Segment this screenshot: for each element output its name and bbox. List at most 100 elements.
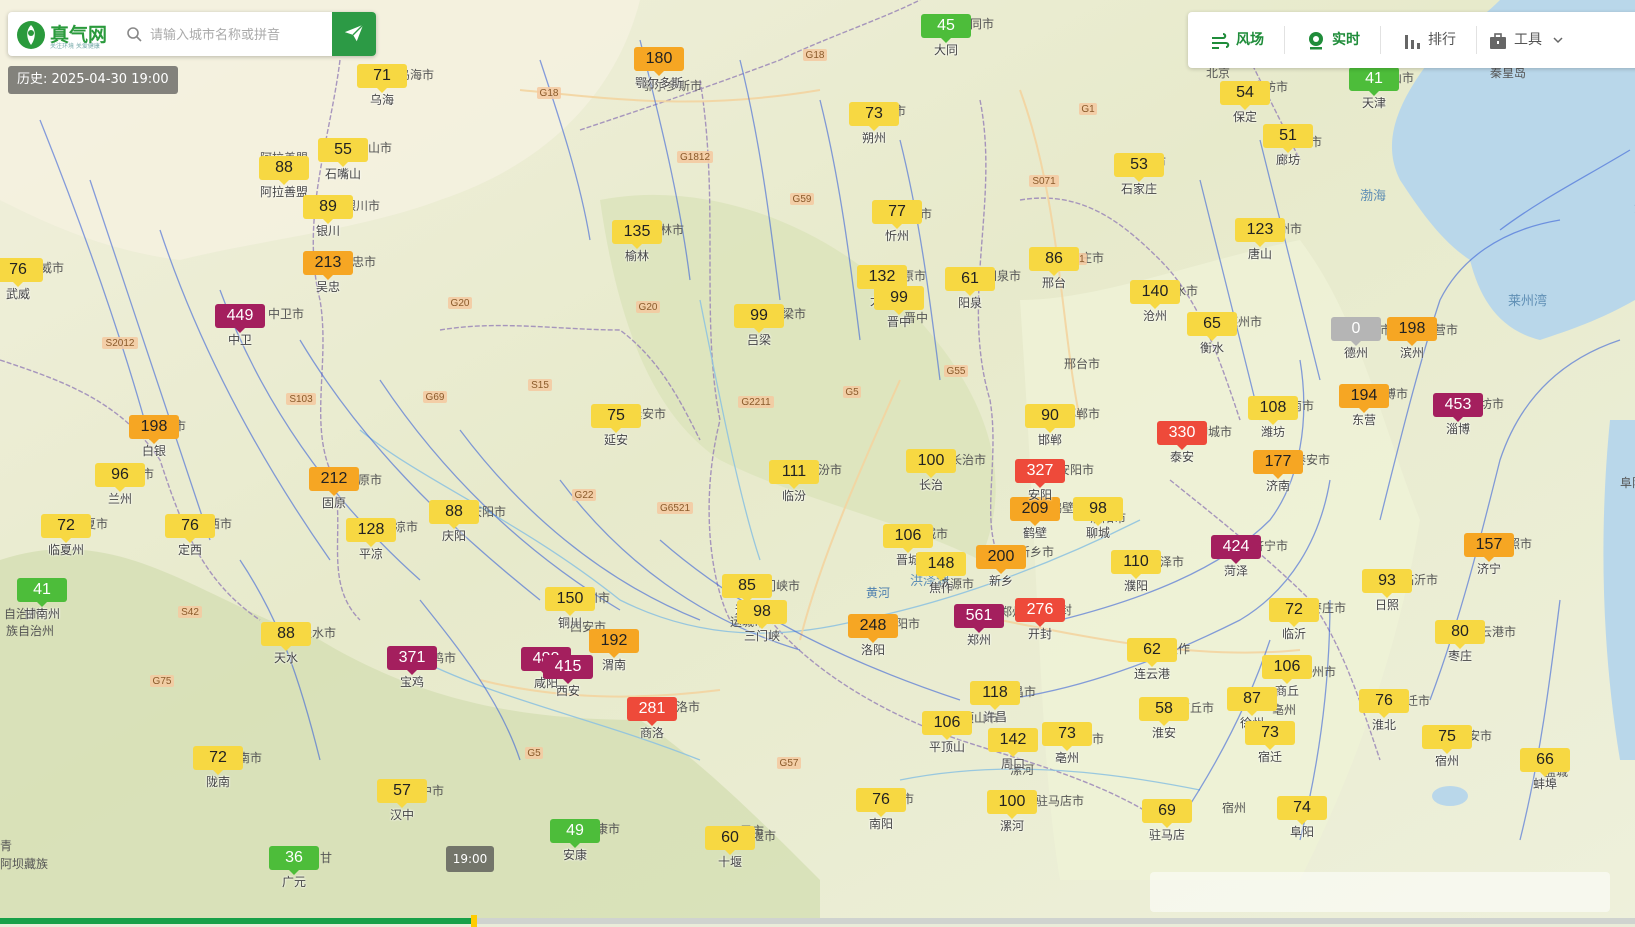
timeline-handle[interactable] (471, 915, 478, 927)
aqi-station-marker[interactable]: 89 银川 (303, 195, 353, 241)
aqi-station-marker[interactable]: 90 邯郸 (1025, 404, 1075, 450)
aqi-value: 99 (734, 304, 784, 333)
aqi-station-marker[interactable]: 453 淄博 (1433, 393, 1483, 439)
aqi-station-marker[interactable]: 157 济宁 (1464, 533, 1514, 579)
aqi-station-marker[interactable]: 88 阿拉善盟 (259, 156, 309, 202)
aqi-station-marker[interactable]: 72 陇南 (193, 746, 243, 792)
aqi-station-marker[interactable]: 76 淮北 (1359, 689, 1409, 735)
aqi-station-marker[interactable]: 45 大同 (921, 14, 971, 60)
aqi-station-marker[interactable]: 55 石嘴山 (318, 138, 368, 184)
aqi-station-marker[interactable]: 142 周口 (988, 728, 1038, 774)
aqi-station-marker[interactable]: 54 保定 (1220, 81, 1270, 127)
aqi-value: 88 (429, 500, 479, 529)
aqi-station-marker[interactable]: 180 鄂尔多斯 (634, 47, 684, 93)
aqi-station-marker[interactable]: 108 潍坊 (1248, 396, 1298, 442)
aqi-station-marker[interactable]: 96 兰州 (95, 463, 145, 509)
aqi-station-marker[interactable]: 198 滨州 (1387, 317, 1437, 363)
aqi-value: 192 (589, 629, 639, 658)
aqi-station-marker[interactable]: 99 吕梁 (734, 304, 784, 350)
aqi-station-marker[interactable]: 330 泰安 (1157, 421, 1207, 467)
aqi-station-marker[interactable]: 75 延安 (591, 404, 641, 450)
aqi-station-marker[interactable]: 276 开封 (1015, 598, 1065, 644)
aqi-station-marker[interactable]: 135 榆林 (612, 220, 662, 266)
aqi-station-marker[interactable]: 200 新乡 (976, 545, 1026, 591)
aqi-station-marker[interactable]: 88 天水 (261, 622, 311, 668)
aqi-station-marker[interactable]: 140 沧州 (1130, 280, 1180, 326)
aqi-station-marker[interactable]: 73 朔州 (849, 102, 899, 148)
aqi-station-marker[interactable]: 106 平顶山 (922, 711, 972, 757)
aqi-station-marker[interactable]: 177 济南 (1253, 450, 1303, 496)
paper-plane-icon (344, 23, 364, 41)
aqi-station-marker[interactable]: 281 商洛 (627, 697, 677, 743)
station-city-name: 平顶山 (928, 740, 965, 754)
aqi-station-marker[interactable]: 51 廊坊 (1263, 124, 1313, 170)
aqi-value: 0 (1331, 317, 1381, 346)
aqi-station-marker[interactable]: 72 临夏州 (41, 514, 91, 560)
aqi-station-marker[interactable]: 93 日照 (1362, 569, 1412, 615)
aqi-station-marker[interactable]: 248 洛阳 (848, 614, 898, 660)
aqi-station-marker[interactable]: 76 南阳 (856, 788, 906, 834)
aqi-station-marker[interactable]: 192 渭南 (589, 629, 639, 675)
aqi-station-marker[interactable]: 69 驻马店 (1142, 799, 1192, 845)
aqi-station-marker[interactable]: 61 阳泉 (945, 267, 995, 313)
aqi-station-marker[interactable]: 41 天津 (1349, 67, 1399, 113)
aqi-station-marker[interactable]: 100 长治 (906, 449, 956, 495)
tool-label: 实时 (1332, 32, 1360, 48)
aqi-station-marker[interactable]: 98 聊城 (1073, 497, 1123, 543)
search-input[interactable] (148, 22, 332, 48)
aqi-station-marker[interactable]: 99 晋中 (874, 286, 924, 332)
station-city-name: 天津 (1361, 96, 1386, 110)
aqi-value: 58 (1139, 697, 1189, 726)
aqi-station-marker[interactable]: 128 平凉 (346, 518, 396, 564)
aqi-station-marker[interactable]: 123 唐山 (1235, 218, 1285, 264)
aqi-station-marker[interactable]: 53 石家庄 (1114, 153, 1164, 199)
aqi-station-marker[interactable]: 57 汉中 (377, 779, 427, 825)
logo[interactable]: 真气网 关注环境 关爱健康 (16, 18, 124, 52)
aqi-station-marker[interactable]: 150 铜川 (545, 587, 595, 633)
aqi-station-marker[interactable]: 49 安康 (550, 819, 600, 865)
aqi-station-marker[interactable]: 561 郑州 (954, 604, 1004, 650)
aqi-station-marker[interactable]: 110 濮阳 (1111, 550, 1161, 596)
aqi-station-marker[interactable]: 213 吴忠 (303, 251, 353, 297)
aqi-station-marker[interactable]: 60 十堰 (705, 826, 755, 872)
aqi-value: 75 (591, 404, 641, 433)
aqi-station-marker[interactable]: 74 阜阳 (1277, 796, 1327, 842)
timeline-track[interactable] (0, 915, 1635, 927)
aqi-station-marker[interactable]: 449 中卫 (215, 304, 265, 350)
aqi-station-marker[interactable]: 36 广元 (269, 846, 319, 892)
aqi-station-marker[interactable]: 148 焦作 (916, 552, 966, 598)
aqi-station-marker[interactable]: 0 德州 (1331, 317, 1381, 363)
aqi-station-marker[interactable]: 73 亳州 (1042, 722, 1092, 768)
aqi-station-marker[interactable]: 80 枣庄 (1435, 620, 1485, 666)
aqi-station-marker[interactable]: 415 西安 (543, 655, 593, 701)
aqi-station-marker[interactable]: 371 宝鸡 (387, 646, 437, 692)
aqi-station-marker[interactable]: 424 菏泽 (1211, 535, 1261, 581)
aqi-station-marker[interactable]: 77 忻州 (872, 200, 922, 246)
aqi-station-marker[interactable]: 72 临沂 (1269, 598, 1319, 644)
aqi-station-marker[interactable]: 41 甘南州 (17, 578, 67, 624)
aqi-station-marker[interactable]: 76 武威 (0, 258, 43, 304)
aqi-station-marker[interactable]: 111 临汾 (769, 460, 819, 506)
aqi-station-marker[interactable]: 327 安阳 (1015, 459, 1065, 505)
aqi-value: 75 (1422, 725, 1472, 754)
aqi-station-marker[interactable]: 75 宿州 (1422, 725, 1472, 771)
aqi-station-marker[interactable]: 73 宿迁 (1245, 721, 1295, 767)
aqi-station-marker[interactable]: 118 许昌 (970, 681, 1020, 727)
aqi-station-marker[interactable]: 98 三门峡 (737, 600, 787, 646)
aqi-value: 72 (193, 746, 243, 775)
aqi-station-marker[interactable]: 198 白银 (129, 415, 179, 461)
aqi-station-marker[interactable]: 212 固原 (309, 467, 359, 513)
aqi-station-marker[interactable]: 71 乌海 (357, 64, 407, 110)
aqi-station-marker[interactable]: 194 东营 (1339, 384, 1389, 430)
aqi-station-marker[interactable]: 88 庆阳 (429, 500, 479, 546)
aqi-station-marker[interactable]: 58 淮安 (1139, 697, 1189, 743)
aqi-station-marker[interactable]: 62 连云港 (1127, 638, 1177, 684)
send-button[interactable] (332, 12, 376, 56)
playback-controls[interactable] (1150, 872, 1610, 912)
aqi-station-marker[interactable]: 100 漯河 (987, 790, 1037, 836)
aqi-station-marker[interactable]: 66 蚌埠 (1520, 748, 1570, 794)
aqi-station-marker[interactable]: 65 衡水 (1187, 312, 1237, 358)
aqi-station-marker[interactable]: 86 邢台 (1029, 247, 1079, 293)
aqi-station-marker[interactable]: 76 定西 (165, 514, 215, 560)
station-city-name: 潍坊 (1260, 425, 1285, 439)
